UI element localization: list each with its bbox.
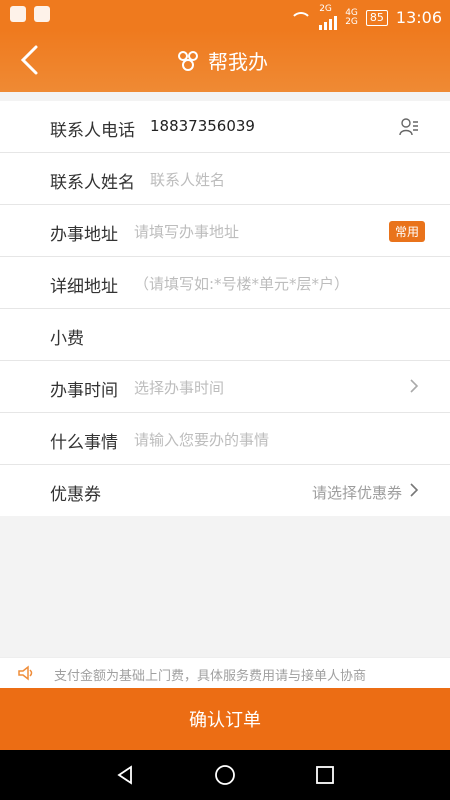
net-label-3: 2G	[345, 16, 358, 27]
signal-icon	[319, 14, 338, 30]
recent-apps-square-icon[interactable]	[313, 763, 337, 787]
status-right: 2G 4G 2G 85 13:06	[289, 5, 442, 30]
payment-notice: 支付金额为基础上门费，具体服务费用请与接单人协商	[0, 657, 450, 688]
back-triangle-icon[interactable]	[113, 763, 137, 787]
net-label-1: 2G	[319, 4, 332, 14]
service-address-input[interactable]: 请填写办事地址	[134, 221, 239, 242]
task-row[interactable]: 什么事情 请输入您要办的事情	[0, 413, 450, 465]
clock: 13:06	[395, 8, 442, 27]
common-address-badge[interactable]: 常用	[388, 221, 425, 242]
notification-icons	[10, 6, 50, 22]
contact-book-icon[interactable]	[398, 116, 420, 138]
service-time-select[interactable]: 选择办事时间	[134, 377, 224, 398]
payment-notice-text: 支付金额为基础上门费，具体服务费用请与接单人协商	[54, 669, 367, 684]
order-form: 联系人电话 18837356039 联系人姓名 联系人姓名 办事地址 请填写办事…	[0, 101, 450, 516]
status-bar: 2G 4G 2G 85 13:06	[0, 0, 450, 30]
contact-name-row[interactable]: 联系人姓名 联系人姓名	[0, 153, 450, 205]
service-time-label: 办事时间	[50, 381, 118, 401]
android-navigation-bar	[0, 750, 450, 800]
network-2g-indicator: 2G	[319, 4, 338, 30]
task-label: 什么事情	[50, 433, 118, 453]
image-notification-icon	[34, 6, 50, 22]
coupon-select[interactable]: 请选择优惠券	[312, 482, 402, 503]
contact-name-label: 联系人姓名	[50, 173, 135, 193]
service-time-row[interactable]: 办事时间 选择办事时间	[0, 361, 450, 413]
coupon-label: 优惠券	[50, 485, 101, 505]
detailed-address-label: 详细地址	[50, 277, 118, 297]
detailed-address-row[interactable]: 详细地址 （请填写如:*号楼*单元*层*户）	[0, 257, 450, 309]
tip-label: 小费	[50, 329, 84, 349]
coupon-row[interactable]: 优惠券 请选择优惠券	[0, 465, 450, 516]
chevron-right-icon[interactable]	[408, 378, 420, 394]
service-address-label: 办事地址	[50, 225, 118, 245]
contact-name-input[interactable]: 联系人姓名	[150, 169, 225, 190]
contact-phone-label: 联系人电话	[50, 121, 135, 141]
wifi-icon	[289, 10, 313, 26]
app-notification-icon	[10, 6, 26, 22]
chevron-right-icon[interactable]	[408, 482, 420, 498]
title-group: 帮我办	[176, 46, 268, 75]
contact-phone-row[interactable]: 联系人电话 18837356039	[0, 101, 450, 153]
tip-row[interactable]: 小费	[0, 309, 450, 361]
app-header: 帮我办	[0, 30, 450, 92]
network-4g-indicator: 4G 2G	[345, 8, 358, 27]
confirm-order-button[interactable]: 确认订单	[0, 688, 450, 750]
home-circle-icon[interactable]	[213, 763, 237, 787]
speaker-icon	[18, 665, 33, 681]
battery-indicator: 85	[365, 9, 388, 26]
task-input[interactable]: 请输入您要办的事情	[134, 429, 269, 450]
detailed-address-input[interactable]: （请填写如:*号楼*单元*层*户）	[134, 273, 349, 294]
service-address-row[interactable]: 办事地址 请填写办事地址 常用	[0, 205, 450, 257]
page-title: 帮我办	[208, 50, 268, 74]
back-arrow-icon[interactable]	[14, 43, 48, 77]
contact-phone-input[interactable]: 18837356039	[150, 117, 255, 135]
group-icon	[178, 50, 198, 71]
